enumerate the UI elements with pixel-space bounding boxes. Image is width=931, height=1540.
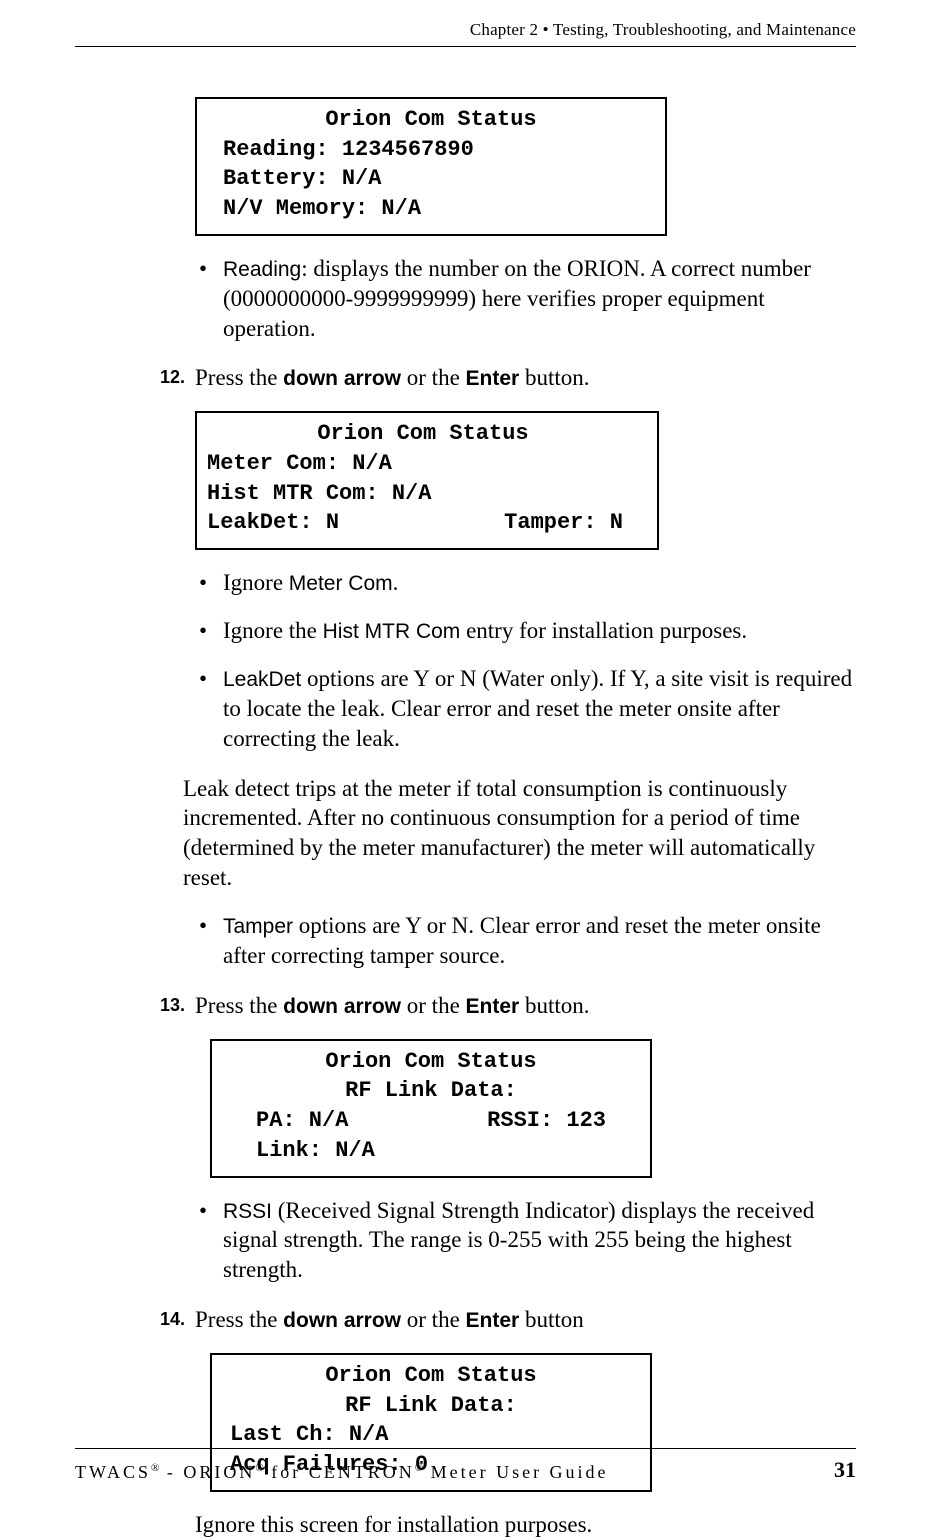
screen-orion-status-2: Orion Com Status Meter Com: N/A Hist MTR… [195, 411, 659, 550]
text: options are Y or N (Water only). If Y, a… [223, 666, 852, 751]
footer-guide-title: TWACS® - ORION® for CENTRON® Meter User … [75, 1462, 609, 1483]
text: button. [519, 993, 589, 1018]
screen-line: N/V Memory: N/A [211, 194, 651, 224]
text: button. [519, 365, 589, 390]
text: or the [401, 365, 466, 390]
running-header: Chapter 2 • Testing, Troubleshooting, an… [75, 20, 856, 47]
step-number: 12. [160, 363, 195, 393]
list-item: Tamper options are Y or N. Clear error a… [195, 911, 856, 971]
step-number: 14. [160, 1305, 195, 1335]
text: entry for installation purposes. [460, 618, 747, 643]
text: : displays the number on the ORION. A co… [223, 256, 811, 341]
term-hist-mtr-com: Hist MTR Com [323, 620, 461, 643]
screen-line: Last Ch: N/A [226, 1420, 636, 1450]
body-section: Tamper options are Y or N. Clear error a… [195, 911, 856, 971]
leak-note: Leak detect trips at the meter if total … [183, 774, 856, 894]
screen-subtitle: RF Link Data: [226, 1391, 636, 1421]
text: Press the [195, 993, 283, 1018]
screen-row: LeakDet: N Tamper: N [203, 508, 643, 538]
ignore-note: Ignore this screen for installation purp… [195, 1510, 856, 1540]
key-enter: Enter [466, 367, 520, 390]
body-section: Reading: displays the number on the ORIO… [195, 254, 856, 344]
text: or the [401, 993, 466, 1018]
text: or the [401, 1307, 466, 1332]
key-down-arrow: down arrow [283, 995, 401, 1018]
term-meter-com: Meter Com [289, 572, 393, 595]
step-13: 13. Press the down arrow or the Enter bu… [160, 991, 856, 1021]
term-rssi: RSSI [223, 1200, 272, 1223]
text: button [519, 1307, 584, 1332]
key-down-arrow: down arrow [283, 1309, 401, 1332]
screen-title: Orion Com Status [211, 105, 651, 135]
body-section: RSSI (Received Signal Strength Indicator… [195, 1196, 856, 1286]
screen-orion-status-3: Orion Com Status RF Link Data: PA: N/A R… [210, 1039, 652, 1178]
screen-line: Link: N/A [226, 1136, 636, 1166]
text: Press the [195, 365, 283, 390]
text: Press the [195, 1307, 283, 1332]
text: Ignore the [223, 618, 323, 643]
step-number: 13. [160, 991, 195, 1021]
list-item: Reading: displays the number on the ORIO… [195, 254, 856, 344]
term-reading: Reading [223, 258, 301, 281]
body-section: Ignore Meter Com. Ignore the Hist MTR Co… [195, 568, 856, 753]
screen-line: Battery: N/A [211, 164, 651, 194]
screen-title: Orion Com Status [226, 1361, 636, 1391]
list-item: Ignore Meter Com. [195, 568, 856, 598]
key-enter: Enter [466, 995, 520, 1018]
term-leakdet: LeakDet [223, 668, 301, 691]
term-tamper: Tamper [223, 915, 293, 938]
page-number: 31 [834, 1457, 856, 1483]
step-14: 14. Press the down arrow or the Enter bu… [160, 1305, 856, 1335]
list-item: Ignore the Hist MTR Com entry for instal… [195, 616, 856, 646]
text: Ignore [223, 570, 289, 595]
text: . [393, 570, 399, 595]
screen-title: Orion Com Status [226, 1047, 636, 1077]
step-text: Press the down arrow or the Enter button… [195, 363, 590, 393]
screen-line: Meter Com: N/A [203, 449, 643, 479]
screen-title: Orion Com Status [203, 419, 643, 449]
text: (Received Signal Strength Indicator) dis… [223, 1198, 814, 1283]
screen-line: Reading: 1234567890 [211, 135, 651, 165]
key-down-arrow: down arrow [283, 367, 401, 390]
screen-cell: PA: N/A [256, 1106, 348, 1136]
key-enter: Enter [466, 1309, 520, 1332]
page-footer: TWACS® - ORION® for CENTRON® Meter User … [75, 1448, 856, 1483]
screen-cell: RSSI: 123 [487, 1106, 606, 1136]
document-page: Chapter 2 • Testing, Troubleshooting, an… [0, 0, 931, 1501]
screen-cell: Tamper: N [504, 508, 623, 538]
list-item: LeakDet options are Y or N (Water only).… [195, 664, 856, 754]
screen-row: PA: N/A RSSI: 123 [226, 1106, 636, 1136]
step-text: Press the down arrow or the Enter button… [195, 991, 590, 1021]
step-text: Press the down arrow or the Enter button [195, 1305, 584, 1335]
step-12: 12. Press the down arrow or the Enter bu… [160, 363, 856, 393]
list-item: RSSI (Received Signal Strength Indicator… [195, 1196, 856, 1286]
screen-cell: LeakDet: N [207, 508, 339, 538]
screen-orion-status-1: Orion Com Status Reading: 1234567890 Bat… [195, 97, 667, 236]
text: options are Y or N. Clear error and rese… [223, 913, 821, 968]
screen-subtitle: RF Link Data: [226, 1076, 636, 1106]
screen-line: Hist MTR Com: N/A [203, 479, 643, 509]
